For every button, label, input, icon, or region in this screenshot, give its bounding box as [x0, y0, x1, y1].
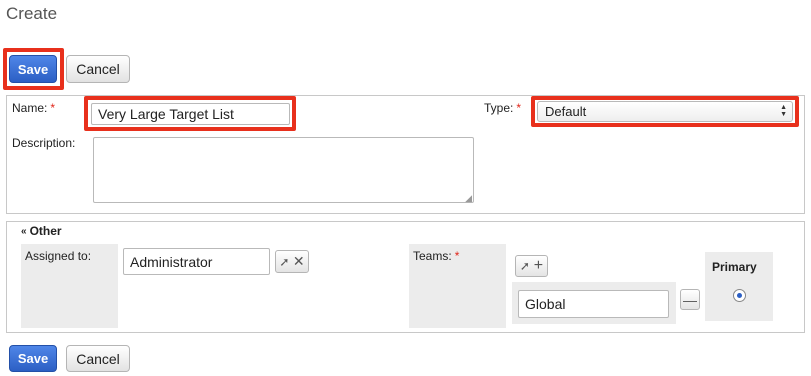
other-panel [6, 221, 805, 333]
cursor-arrow-icon: ➚ [279, 254, 290, 269]
other-section-header[interactable]: « Other [21, 224, 62, 238]
assigned-to-field[interactable]: Administrator [123, 248, 270, 275]
other-section-label: Other [29, 224, 62, 238]
description-label: Description: [12, 136, 76, 150]
radio-dot-icon [737, 293, 742, 298]
name-required-mark: * [50, 101, 56, 115]
teams-label-text: Teams: [413, 249, 452, 263]
select-team-button[interactable]: ➚ + [515, 255, 548, 277]
teams-required-mark: * [454, 249, 460, 263]
clear-x-icon: ✕ [292, 253, 305, 269]
name-label-text: Name: [12, 101, 48, 115]
remove-team-button[interactable]: — [680, 289, 700, 310]
name-label: Name: * [12, 101, 55, 115]
description-textarea[interactable]: ◢ [93, 137, 474, 203]
name-field[interactable]: Very Large Target List [91, 103, 290, 125]
assigned-label: Assigned to: [25, 249, 92, 263]
primary-label: Primary [712, 260, 757, 274]
minus-icon: — [683, 291, 697, 308]
page-title: Create [6, 4, 58, 23]
cursor-arrow-icon: ➚ [519, 259, 530, 273]
type-select[interactable]: Default ▲ ▼ [537, 101, 793, 122]
cancel-button[interactable]: Cancel [66, 55, 130, 83]
save-button-bottom[interactable]: Save [9, 345, 57, 372]
collapse-chevron-icon: « [21, 225, 27, 237]
cancel-button-bottom[interactable]: Cancel [66, 345, 130, 372]
add-plus-icon: + [533, 257, 544, 274]
select-user-button[interactable]: ➚ ✕ [275, 250, 309, 273]
teams-label: Teams: * [413, 249, 459, 263]
save-button[interactable]: Save [9, 55, 57, 83]
type-label-text: Type: [484, 101, 514, 115]
primary-radio[interactable] [733, 289, 746, 302]
type-select-value: Default [545, 104, 587, 119]
type-required-mark: * [516, 101, 522, 115]
textarea-resize-icon: ◢ [465, 193, 472, 203]
type-label: Type: * [484, 101, 521, 115]
select-arrows-icon: ▲ ▼ [780, 104, 787, 118]
team-field[interactable]: Global [518, 290, 669, 318]
